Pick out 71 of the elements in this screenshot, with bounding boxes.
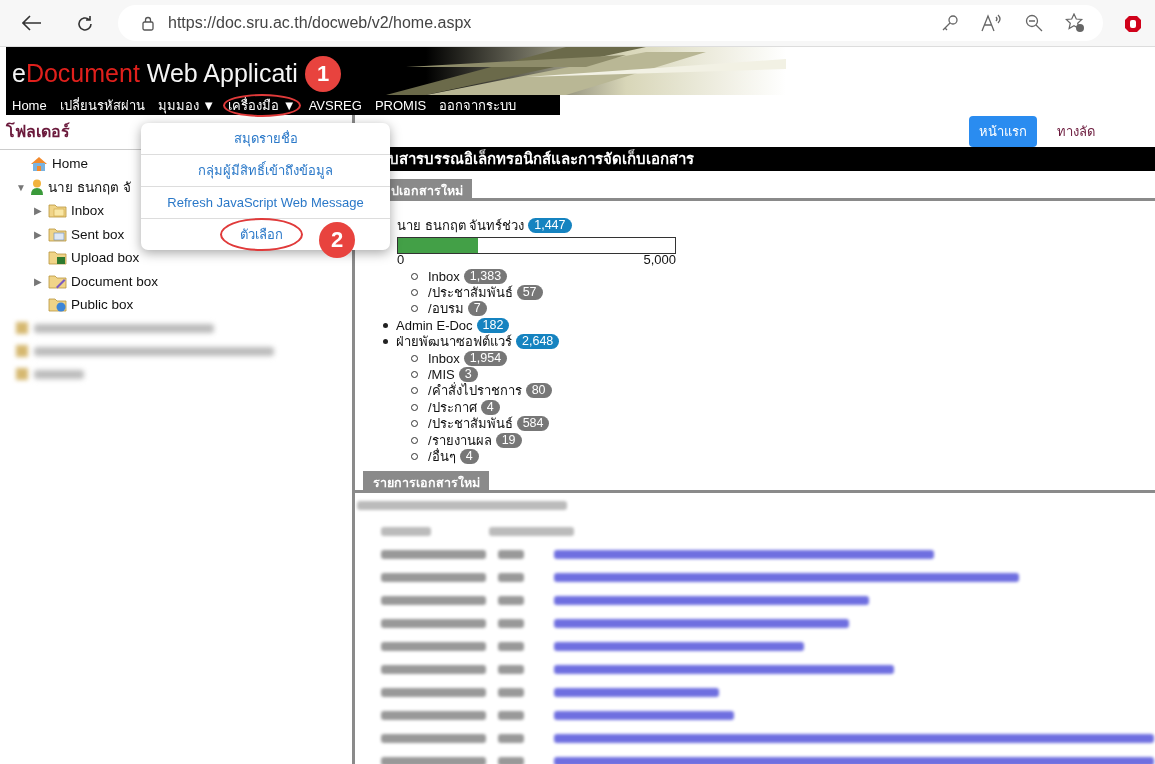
app-title: eDocument Web Applicati (12, 59, 298, 87)
folder-name: Inbox (428, 350, 460, 366)
count-badge: 1,954 (463, 350, 508, 366)
folder-icon (48, 250, 67, 266)
tree-item[interactable]: Inbox (71, 203, 105, 219)
tree-item[interactable]: Document box (71, 273, 159, 289)
zoom-out-icon[interactable] (1025, 14, 1043, 32)
nav-link[interactable]: เปลี่ยนรหัสผ่าน (59, 94, 145, 116)
expander-arrow[interactable]: ▶ (34, 228, 42, 240)
nav-link[interactable]: ออกจากระบบ (439, 94, 517, 116)
reload-icon[interactable] (76, 15, 94, 33)
back-icon[interactable] (22, 15, 42, 31)
tree-item[interactable]: Public box (71, 297, 134, 313)
expander-arrow[interactable]: ▼ (16, 181, 26, 193)
count-badge: 4 (480, 399, 500, 415)
folder-name: /รายงานผล (428, 431, 492, 448)
folder-icon (48, 273, 67, 289)
count-badge: 19 (495, 432, 522, 448)
folder-name: /ประกาศ (428, 398, 477, 416)
menu-item[interactable]: กลุ่มผู้มีสิทธิ์เข้าถึงข้อมูล (198, 160, 333, 181)
bullet-icon (383, 322, 388, 328)
count-badge: 57 (516, 285, 543, 301)
folder-name: /ประชาสัมพันธ์ (428, 284, 513, 303)
count-badge: 182 (476, 317, 510, 333)
count-badge: 1,447 (528, 217, 572, 233)
nav-link[interactable]: AVSREG (308, 97, 362, 113)
tree-item[interactable]: Sent box (71, 226, 125, 242)
tree-item[interactable]: Upload box (71, 250, 140, 266)
shortcut-tab[interactable]: ทางลัด (1047, 115, 1105, 147)
count-badge: 1,383 (463, 268, 508, 284)
folder-name: Inbox (428, 268, 460, 284)
page-heading: บสารบรรณอิเล็กทรอนิกส์และการจัดเก็บเอกสาร (389, 148, 694, 169)
key-icon[interactable] (941, 14, 959, 32)
count-badge: 2,648 (516, 334, 560, 350)
folder-name: /MIS (428, 367, 455, 383)
menu-item[interactable]: Refresh JavaScript Web Message (167, 195, 364, 210)
nav-link[interactable]: เครื่องมือ ▼ (223, 93, 301, 117)
group-name: Admin E-Doc (396, 317, 473, 333)
folder-name: /คำสั่งไปราชการ (428, 381, 522, 401)
count-badge: 80 (525, 383, 552, 399)
stop-sign-icon[interactable] (1124, 15, 1142, 33)
count-badge: 584 (516, 416, 550, 432)
user-name: นาย ธนกฤต จันทร์ช่วง (397, 216, 525, 235)
axis-label: 5,000 (643, 254, 676, 268)
house-icon (30, 155, 48, 172)
folder-name: /อื่นๆ (428, 447, 456, 466)
folder-name: /อบรม (428, 300, 464, 319)
menu-item[interactable]: สมุดรายชื่อ (233, 128, 298, 149)
expander-arrow[interactable]: ▶ (34, 205, 42, 217)
folder-name: /ประชาสัมพันธ์ (428, 415, 513, 434)
expander-arrow[interactable]: ▶ (34, 275, 42, 287)
nav-link[interactable]: PROMIS (374, 97, 427, 113)
lock-icon[interactable] (142, 15, 154, 31)
tree-item[interactable]: นาย ธนกฤต จั (48, 176, 131, 199)
read-aloud-icon[interactable] (981, 14, 1003, 32)
tree-item[interactable]: Home (52, 156, 88, 172)
count-badge: 4 (459, 449, 479, 464)
menu-item[interactable]: ตัวเลือก (220, 218, 303, 251)
folder-icon (48, 203, 67, 219)
count-badge: 3 (458, 367, 478, 383)
count-badge: 7 (467, 301, 487, 317)
bullet-icon (383, 339, 388, 345)
favorite-add-icon[interactable] (1065, 13, 1085, 33)
nav-link[interactable]: มุมมอง ▼ (157, 94, 216, 116)
folder-icon (48, 226, 67, 242)
axis-label: 0 (397, 254, 405, 268)
person-icon (30, 179, 44, 196)
address-bar[interactable]: https://doc.sru.ac.th/docweb/v2/home.aspx (118, 5, 1103, 41)
folder-icon (48, 297, 67, 313)
group-name: ฝ่ายพัฒนาซอฟต์แวร์ (396, 333, 512, 352)
nav-link[interactable]: Home (12, 97, 47, 113)
